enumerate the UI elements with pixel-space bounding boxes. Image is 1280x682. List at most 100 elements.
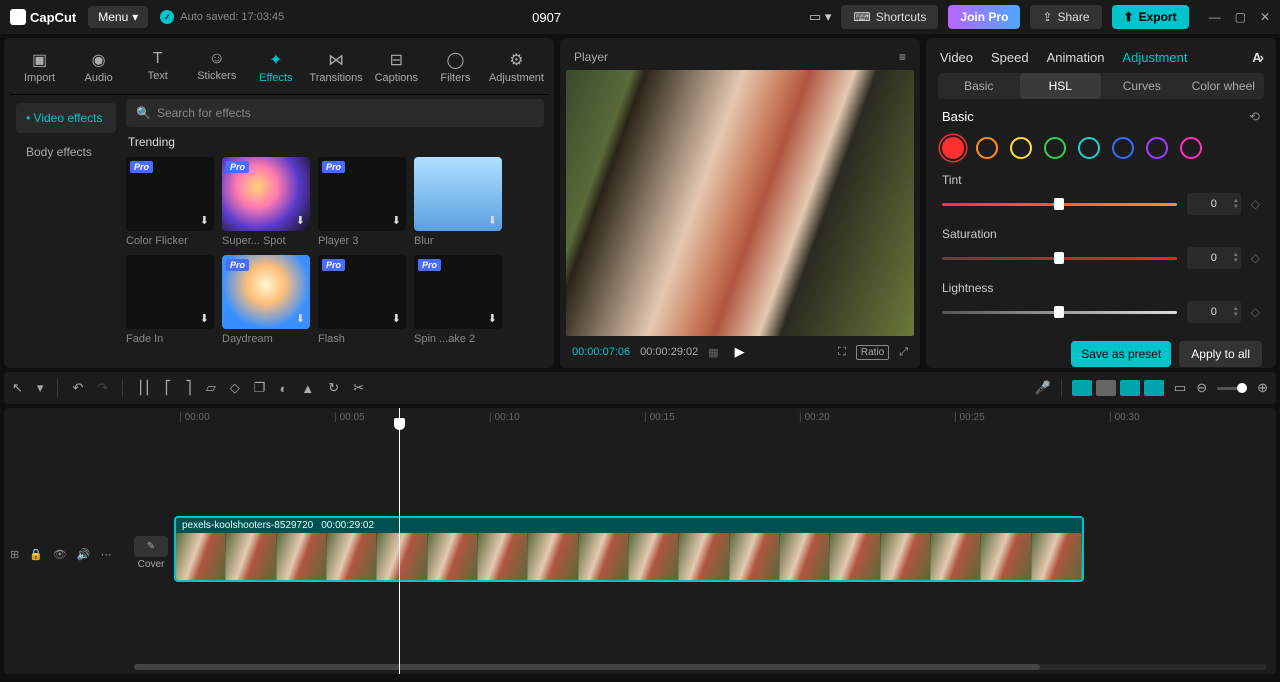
snap-btn-1[interactable]: [1072, 380, 1092, 396]
redo-icon[interactable]: ↷: [97, 380, 108, 396]
keyframe-icon[interactable]: ◇: [1251, 251, 1260, 265]
effect-card[interactable]: Pro⬇Super... Spot: [222, 157, 310, 247]
preview-icon[interactable]: ▭: [1174, 380, 1186, 396]
download-icon[interactable]: ⬇: [200, 312, 209, 325]
ratio-button[interactable]: Ratio: [856, 345, 889, 360]
track-add-icon[interactable]: ⊞: [10, 548, 19, 561]
tint-slider[interactable]: [942, 203, 1177, 206]
lightness-slider[interactable]: [942, 311, 1177, 314]
download-icon[interactable]: ⬇: [200, 214, 209, 227]
timeline-ruler[interactable]: 00:0000:0500:1000:1500:2000:2500:30: [4, 408, 1276, 428]
tab-video[interactable]: Video: [940, 50, 973, 65]
spinner-icon[interactable]: ▲▼: [1233, 193, 1239, 215]
tab-effects[interactable]: ✦Effects: [246, 44, 305, 90]
effect-card[interactable]: Pro⬇Spin ...ake 2: [414, 255, 502, 345]
download-icon[interactable]: ⬇: [488, 214, 497, 227]
slider-thumb[interactable]: [1054, 306, 1064, 318]
search-input[interactable]: 🔍 Search for effects: [126, 99, 544, 127]
keyframe-icon[interactable]: ◇: [1251, 305, 1260, 319]
slider-thumb[interactable]: [1054, 252, 1064, 264]
track-mute-icon[interactable]: 🔊: [77, 548, 91, 561]
sidebar-item-video-effects[interactable]: • Video effects: [16, 103, 116, 133]
download-icon[interactable]: ⬇: [392, 312, 401, 325]
effect-card[interactable]: ⬇Blur: [414, 157, 502, 247]
trim-right-icon[interactable]: ⎤: [185, 380, 192, 396]
dropdown-icon[interactable]: ▾: [37, 380, 44, 396]
tab-text[interactable]: TText: [128, 44, 187, 90]
effect-card[interactable]: Pro⬇Flash: [318, 255, 406, 345]
crop-icon[interactable]: ✂: [353, 380, 364, 396]
menu-button[interactable]: Menu ▾: [88, 6, 148, 28]
grid-icon[interactable]: ▦: [708, 346, 718, 359]
subtab-colorwheel[interactable]: Color wheel: [1183, 73, 1265, 99]
color-swatch[interactable]: [1112, 137, 1134, 159]
download-icon[interactable]: ⬇: [488, 312, 497, 325]
tab-stickers[interactable]: ☺Stickers: [187, 44, 246, 90]
color-swatch[interactable]: [1180, 137, 1202, 159]
snap-btn-4[interactable]: [1144, 380, 1164, 396]
track-lock-icon[interactable]: 🔒: [29, 548, 43, 561]
scrollbar-thumb[interactable]: [134, 664, 1040, 670]
zoom-slider[interactable]: [1217, 387, 1247, 390]
marker-icon[interactable]: ◇: [230, 380, 240, 396]
snap-btn-3[interactable]: [1120, 380, 1140, 396]
play-button[interactable]: ▶: [735, 344, 745, 360]
track-visible-icon[interactable]: 👁: [53, 548, 67, 561]
effect-card[interactable]: ⬇Fade In: [126, 255, 214, 345]
save-preset-button[interactable]: Save as preset: [1071, 341, 1171, 367]
scale-icon[interactable]: ⛶: [838, 346, 846, 359]
tab-adjustment[interactable]: ⚙Adjustment: [485, 44, 548, 90]
zoom-out-icon[interactable]: ⊖: [1196, 380, 1207, 396]
share-button[interactable]: ⇪ Share: [1030, 5, 1101, 29]
mirror-icon[interactable]: ▲: [301, 381, 314, 396]
tab-transitions[interactable]: ⋈Transitions: [305, 44, 366, 90]
cursor-tool-icon[interactable]: ↖: [12, 380, 23, 396]
reset-icon[interactable]: ⟲: [1249, 109, 1260, 125]
subtab-hsl[interactable]: HSL: [1020, 73, 1102, 99]
tab-animation[interactable]: Animation: [1047, 50, 1105, 65]
project-title[interactable]: 0907: [296, 10, 797, 25]
download-icon[interactable]: ⬇: [296, 312, 305, 325]
rotate-icon[interactable]: ↻: [328, 380, 339, 396]
aspect-icon[interactable]: ▭ ▾: [809, 9, 831, 25]
video-clip[interactable]: pexels-koolshooters-8529720 00:00:29:02: [174, 516, 1084, 582]
join-pro-button[interactable]: Join Pro: [948, 5, 1020, 29]
color-swatch[interactable]: [942, 137, 964, 159]
player-menu-icon[interactable]: ≡: [899, 50, 906, 64]
sidebar-item-body-effects[interactable]: Body effects: [16, 137, 116, 167]
copy-icon[interactable]: ❐: [254, 380, 266, 396]
effect-card[interactable]: Pro⬇Color Flicker: [126, 157, 214, 247]
track-more-icon[interactable]: ⋯: [101, 548, 112, 561]
slider-thumb[interactable]: [1054, 198, 1064, 210]
maximize-icon[interactable]: ▢: [1235, 10, 1246, 24]
saturation-slider[interactable]: [942, 257, 1177, 260]
color-swatch[interactable]: [976, 137, 998, 159]
color-swatch[interactable]: [1078, 137, 1100, 159]
color-swatch[interactable]: [1146, 137, 1168, 159]
split-icon[interactable]: ⎮⎮: [137, 380, 151, 396]
timeline-scrollbar[interactable]: [134, 664, 1266, 670]
cover-button[interactable]: ✎ Cover: [134, 536, 168, 570]
mic-icon[interactable]: 🎤: [1035, 380, 1051, 396]
effect-card[interactable]: Pro⬇Player 3: [318, 157, 406, 247]
tab-captions[interactable]: ⊟Captions: [367, 44, 426, 90]
tab-audio[interactable]: ◉Audio: [69, 44, 128, 90]
zoom-in-icon[interactable]: ⊕: [1257, 380, 1268, 396]
reverse-icon[interactable]: ◐: [279, 381, 287, 396]
delete-icon[interactable]: ▱: [206, 380, 216, 396]
spinner-icon[interactable]: ▲▼: [1233, 301, 1239, 323]
trim-left-icon[interactable]: ⎡: [165, 380, 172, 396]
spinner-icon[interactable]: ▲▼: [1233, 247, 1239, 269]
tab-filters[interactable]: ◯Filters: [426, 44, 485, 90]
tint-value[interactable]: 0▲▼: [1187, 193, 1241, 215]
tab-speed[interactable]: Speed: [991, 50, 1029, 65]
undo-icon[interactable]: ↶: [72, 380, 83, 396]
subtab-curves[interactable]: Curves: [1101, 73, 1183, 99]
download-icon[interactable]: ⬇: [296, 214, 305, 227]
color-swatch[interactable]: [1010, 137, 1032, 159]
timeline[interactable]: 00:0000:0500:1000:1500:2000:2500:30 ⊞ 🔒 …: [4, 408, 1276, 674]
saturation-value[interactable]: 0▲▼: [1187, 247, 1241, 269]
tab-adjustment-inspector[interactable]: Adjustment: [1122, 50, 1187, 65]
effect-card[interactable]: Pro⬇Daydream: [222, 255, 310, 345]
shortcuts-button[interactable]: ⌨ Shortcuts: [841, 5, 938, 29]
